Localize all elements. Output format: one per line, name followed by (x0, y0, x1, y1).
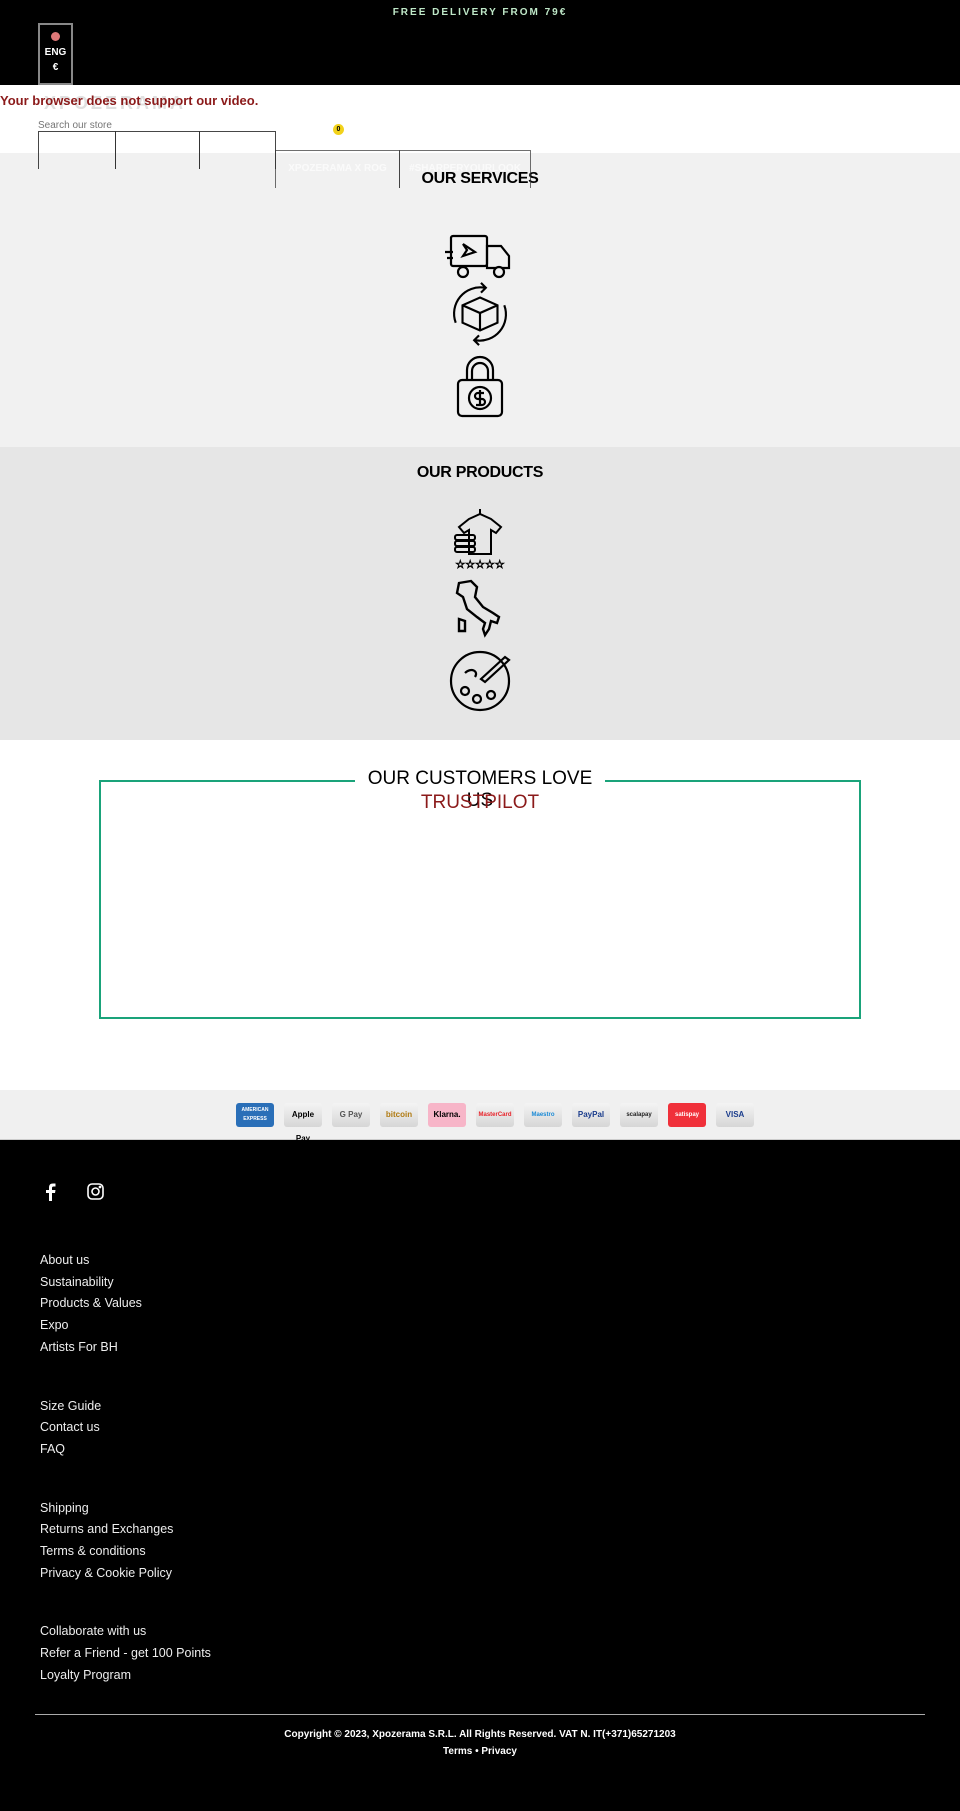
italy-map-icon (455, 579, 501, 638)
payment-visa-icon: VISA (716, 1103, 754, 1127)
nav-item-hashtag[interactable]: #SHARPERYOURLOOK (399, 150, 531, 188)
payment-bitcoin-icon: bitcoin (380, 1103, 418, 1127)
payment-paypal-icon: PayPal (572, 1103, 610, 1127)
footer-heading: JOIN THE CREW (40, 1591, 152, 1608)
footer-link[interactable]: Expo (40, 1318, 69, 1332)
footer-link[interactable]: About us (40, 1253, 89, 1267)
quality-tshirt-icon: ☆☆☆☆☆ (454, 509, 505, 571)
art-palette-icon (449, 650, 511, 712)
footer-heading: THIS IS XPOZERAMA (40, 1220, 183, 1236)
footer (0, 1140, 960, 1811)
instagram-icon[interactable] (87, 1183, 104, 1200)
footer-link[interactable]: Shipping (40, 1501, 89, 1515)
terms-link[interactable]: Terms (443, 1746, 472, 1757)
nav-item-xpozerama-rog[interactable]: XPOZERAMA X ROG (275, 150, 400, 188)
payment-maestro-icon: Maestro (524, 1103, 562, 1127)
footer-link[interactable]: Size Guide (40, 1399, 101, 1413)
footer-link[interactable]: Sustainability (40, 1275, 114, 1289)
footer-link[interactable]: Artists For BH (40, 1340, 118, 1354)
facebook-icon[interactable] (44, 1183, 56, 1201)
footer-heading: HELP (40, 1365, 78, 1382)
footer-link[interactable]: Returns and Exchanges (40, 1522, 173, 1536)
search-input[interactable] (38, 120, 188, 131)
footer-link[interactable]: Loyalty Program (40, 1668, 131, 1682)
payment-mastercard-icon: MasterCard (476, 1103, 514, 1127)
currency-label: € (52, 62, 59, 73)
footer-link[interactable]: Terms & conditions (40, 1544, 146, 1558)
payment-scalapay-icon: scalapay (620, 1103, 658, 1127)
payment-apple-pay-icon: Apple Pay (284, 1103, 322, 1143)
products-section: OUR PRODUCTS ☆☆☆☆☆ (0, 447, 960, 740)
nav-item-3[interactable] (199, 131, 276, 169)
nav-item-1[interactable] (38, 131, 116, 169)
language-label: ENG (44, 47, 67, 58)
payment-klarna--icon: Klarna. (428, 1103, 466, 1127)
footer-link[interactable]: Collaborate with us (40, 1624, 146, 1638)
uk-flag-icon (51, 32, 60, 41)
footer-heading: POLICY (40, 1467, 93, 1484)
payment-g-pay-icon: G Pay (332, 1103, 370, 1127)
services-section: OUR SERVICES (0, 153, 960, 447)
copyright-text: Copyright © 2023, Xpozerama S.R.L. All R… (284, 1729, 676, 1740)
products-title: OUR PRODUCTS (416, 464, 544, 481)
secure-payment-lock-icon (456, 355, 504, 418)
separator: • (475, 1746, 479, 1757)
cart-count-badge[interactable]: 0 (333, 124, 344, 135)
payment-american-express-icon: AMERICAN EXPRESS (236, 1103, 274, 1127)
language-currency-selector[interactable]: ENG € (38, 23, 73, 85)
svg-text:☆☆☆☆☆: ☆☆☆☆☆ (455, 559, 504, 571)
legal-links: Terms • Privacy (0, 1746, 960, 1757)
promo-text: FREE DELIVERY FROM 79€ (392, 7, 568, 18)
footer-link[interactable]: Privacy & Cookie Policy (40, 1566, 172, 1580)
nav-item-2[interactable] (115, 131, 200, 169)
trustpilot-link[interactable]: TRUSTPILOT (0, 792, 960, 814)
return-box-icon (453, 282, 507, 346)
footer-divider (35, 1714, 925, 1715)
video-fallback-text: Your browser does not support our video. (0, 93, 259, 108)
privacy-link[interactable]: Privacy (481, 1746, 517, 1757)
footer-link[interactable]: FAQ (40, 1442, 65, 1456)
footer-link[interactable]: Refer a Friend - get 100 Points (40, 1646, 211, 1660)
payment-satispay-icon: satispay (668, 1103, 706, 1127)
footer-link[interactable]: Contact us (40, 1420, 100, 1434)
trustpilot-widget-frame (99, 780, 861, 1019)
footer-link[interactable]: Products & Values (40, 1296, 142, 1310)
